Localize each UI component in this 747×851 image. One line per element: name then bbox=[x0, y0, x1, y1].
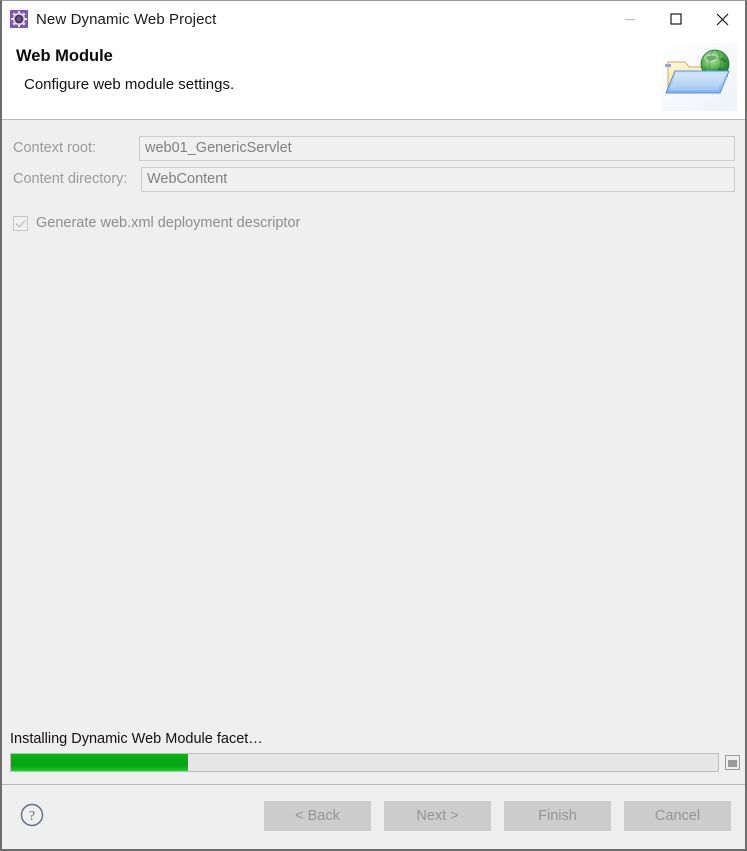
project-wizard-icon bbox=[10, 10, 28, 28]
wizard-header: Web Module Configure web module settings… bbox=[2, 37, 745, 120]
window-controls bbox=[607, 1, 745, 37]
context-root-row: Context root: bbox=[2, 135, 745, 161]
maximize-icon bbox=[670, 13, 682, 25]
wizard-button-bar: ? < Back Next > Finish Cancel bbox=[2, 785, 745, 849]
maximize-button[interactable] bbox=[653, 1, 699, 37]
checkbox-checked-icon bbox=[13, 215, 28, 231]
progress-area: Installing Dynamic Web Module facet… bbox=[2, 726, 745, 785]
content-directory-row: Content directory: bbox=[2, 166, 745, 192]
page-title: Web Module bbox=[16, 47, 113, 65]
wizard-navigation-buttons: < Back Next > Finish Cancel bbox=[264, 801, 731, 831]
content-directory-input[interactable] bbox=[141, 166, 735, 192]
generate-webxml-checkbox[interactable]: Generate web.xml deployment descriptor bbox=[13, 215, 300, 231]
web-folder-globe-icon bbox=[661, 43, 737, 111]
progress-status-text: Installing Dynamic Web Module facet… bbox=[10, 731, 263, 747]
close-button[interactable] bbox=[699, 1, 745, 37]
page-subtitle: Configure web module settings. bbox=[24, 76, 235, 93]
cancel-button[interactable]: Cancel bbox=[624, 801, 731, 831]
wizard-body: Context root: Content directory: Generat… bbox=[2, 120, 745, 726]
window-title: New Dynamic Web Project bbox=[36, 10, 217, 28]
context-root-input[interactable] bbox=[139, 135, 735, 161]
progress-bar bbox=[10, 753, 719, 772]
content-directory-label: Content directory: bbox=[13, 171, 128, 187]
progress-bar-fill bbox=[11, 754, 188, 771]
next-button[interactable]: Next > bbox=[384, 801, 491, 831]
new-dynamic-web-project-dialog: New Dynamic Web Project Web Module Confi… bbox=[0, 0, 747, 851]
help-question-icon[interactable]: ? bbox=[19, 802, 45, 828]
back-button[interactable]: < Back bbox=[264, 801, 371, 831]
minimize-button[interactable] bbox=[607, 1, 653, 37]
stop-progress-icon[interactable] bbox=[725, 755, 740, 770]
title-bar: New Dynamic Web Project bbox=[2, 1, 745, 37]
finish-button[interactable]: Finish bbox=[504, 801, 611, 831]
minimize-icon bbox=[625, 18, 635, 21]
close-icon bbox=[716, 13, 728, 25]
svg-text:?: ? bbox=[29, 809, 35, 824]
context-root-label: Context root: bbox=[13, 140, 97, 156]
generate-webxml-label: Generate web.xml deployment descriptor bbox=[36, 215, 301, 231]
